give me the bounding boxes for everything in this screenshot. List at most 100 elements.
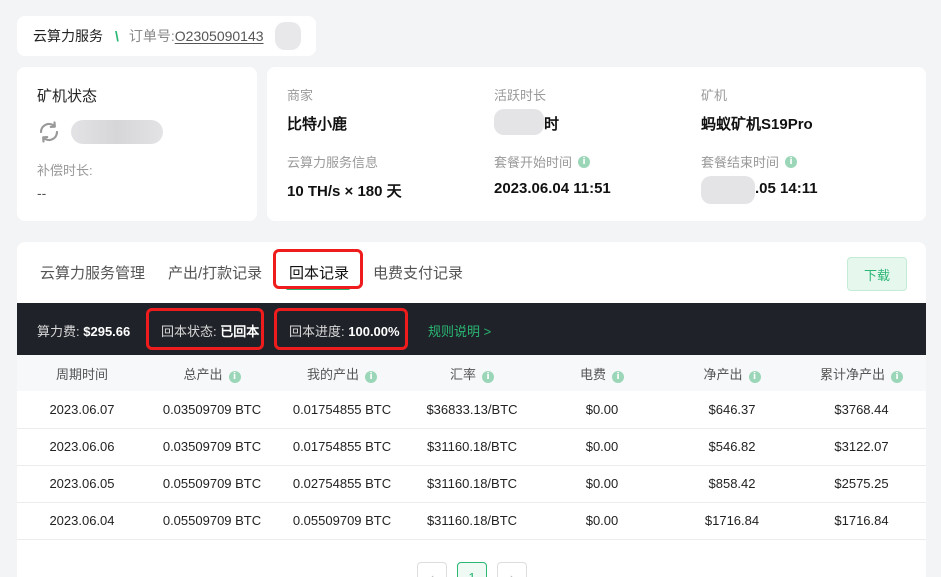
col-my-output: 我的产出 i <box>277 355 407 391</box>
cell-total-output: 0.05509709 BTC <box>162 513 262 528</box>
col-rate: 汇率 i <box>407 355 537 391</box>
highlight-box-tab <box>273 249 363 289</box>
table-row: 2023.06.04 0.05509709 BTC 0.05509709 BTC $3… <box>17 502 926 539</box>
start-time-cell: 套餐开始时间 i 2023.06.04 11:51 <box>494 152 611 197</box>
col-cumulative-label: 累计净产出 <box>819 366 885 382</box>
cell-period: 2023.06.04 <box>49 513 115 528</box>
cell-period: 2023.06.06 <box>49 439 115 454</box>
col-rate-label: 汇率 <box>449 366 476 382</box>
highlight-box-progress <box>274 308 408 350</box>
info-icon[interactable]: i <box>612 370 624 383</box>
fee-item: 算力费: $295.66 <box>37 321 130 340</box>
breadcrumb-separator: \ <box>115 28 119 44</box>
redacted-duration <box>494 109 544 135</box>
active-duration-cell: 活跃时长 时 <box>494 85 559 135</box>
start-time-label-text: 套餐开始时间 <box>494 155 573 170</box>
service-info-value: 10 TH/s × 180 天 <box>287 183 402 200</box>
table-row: 2023.06.05 0.05509709 BTC 0.02754855 BTC $3… <box>17 465 926 502</box>
breadcrumb-service[interactable]: 云算力服务 <box>33 26 103 46</box>
col-my-output-label: 我的产出 <box>306 366 359 382</box>
table-body: 2023.06.07 0.03509709 BTC 0.01754855 BTC $3… <box>17 391 926 539</box>
compensation-label: 补偿时长: <box>37 163 93 178</box>
sync-icon <box>39 121 59 143</box>
table-header-row: 周期时间 总产出 i 我的产出 i 汇率 i 电费 i 净产出 i 累计净产出 i <box>17 355 926 391</box>
fee-label: 算力费: <box>37 324 80 339</box>
cell-cumulative: $3122.07 <box>834 439 889 454</box>
cell-cumulative: $3768.44 <box>834 401 889 417</box>
order-number[interactable]: O2305090143 <box>175 28 264 44</box>
miner-value: 蚂蚁矿机S19Pro <box>701 116 813 133</box>
breadcrumb: 云算力服务 \ 订单号: O2305090143 <box>17 16 316 56</box>
cell-period: 2023.06.05 <box>49 476 115 491</box>
tab-service-management[interactable]: 云算力服务管理 <box>40 262 145 283</box>
cell-my-output: 0.02754855 BTC <box>292 476 392 491</box>
cell-net-output: $546.82 <box>708 439 756 454</box>
pagination: ‹ 1 › <box>417 562 527 577</box>
cell-period: 2023.06.07 <box>49 401 115 417</box>
highlight-box-status <box>146 308 264 350</box>
cell-rate: $36833.13/BTC <box>426 401 518 417</box>
next-page-button[interactable]: › <box>497 562 527 577</box>
cell-rate: $31160.18/BTC <box>426 476 518 491</box>
cell-net-output: $858.42 <box>708 476 756 491</box>
payback-table: 周期时间 总产出 i 我的产出 i 汇率 i 电费 i 净产出 i 累计净产出 i 2023… <box>17 355 926 540</box>
cell-my-output: 0.01754855 BTC <box>292 401 392 417</box>
cell-electricity: $0.00 <box>585 401 619 417</box>
payback-panel: 云算力服务管理 产出/打款记录 回本记录 电费支付记录 下载 算力费: $295… <box>17 242 926 577</box>
merchant-cell: 商家 比特小鹿 <box>287 85 347 134</box>
info-icon[interactable]: i <box>891 370 903 383</box>
col-period-label: 周期时间 <box>55 366 108 382</box>
cell-total-output: 0.03509709 BTC <box>162 439 262 454</box>
cell-net-output: $646.37 <box>708 401 756 417</box>
payback-summary-bar: 算力费: $295.66 回本状态: 已回本 回本进度: 100.00% 规则说… <box>17 303 926 355</box>
merchant-label: 商家 <box>287 88 314 103</box>
cell-cumulative: $1716.84 <box>834 513 889 528</box>
start-time-label: 套餐开始时间 i <box>494 152 611 171</box>
order-info-card: 商家 比特小鹿 活跃时长 时 矿机 蚂蚁矿机S19Pro 云算力服务信息 10 … <box>267 67 926 221</box>
tab-output-records[interactable]: 产出/打款记录 <box>168 262 262 283</box>
info-icon[interactable]: i <box>785 155 798 168</box>
page-button-current[interactable]: 1 <box>457 562 487 577</box>
fee-value: $295.66 <box>83 324 131 339</box>
info-icon[interactable]: i <box>228 370 241 383</box>
cell-electricity: $0.00 <box>585 439 619 454</box>
cell-net-output: $1716.84 <box>704 513 760 528</box>
miner-label: 矿机 <box>701 88 728 103</box>
col-cumulative: 累计净产出 i <box>797 355 926 391</box>
service-info-cell: 云算力服务信息 10 TH/s × 180 天 <box>287 152 402 201</box>
active-duration-label: 活跃时长 <box>494 88 547 103</box>
tab-electricity-records[interactable]: 电费支付记录 <box>373 262 463 283</box>
start-time-value: 2023.06.04 11:51 <box>494 180 611 197</box>
table-row: 2023.06.07 0.03509709 BTC 0.01754855 BTC $3… <box>17 391 926 428</box>
prev-page-button[interactable]: ‹ <box>417 562 447 577</box>
info-icon[interactable]: i <box>748 370 761 383</box>
cell-my-output: 0.05509709 BTC <box>292 513 392 528</box>
end-time-label: 套餐结束时间 i <box>701 152 818 171</box>
col-net-output: 净产出 i <box>667 355 797 391</box>
col-electricity-label: 电费 <box>579 366 606 382</box>
tab-bar: 云算力服务管理 产出/打款记录 回本记录 电费支付记录 下载 <box>17 242 926 302</box>
download-button[interactable]: 下载 <box>847 257 907 291</box>
order-label: 订单号: <box>128 28 175 44</box>
col-electricity: 电费 i <box>537 355 667 391</box>
miner-status-title: 矿机状态 <box>37 88 98 105</box>
compensation-value: -- <box>37 185 47 201</box>
col-total-output-label: 总产出 <box>183 366 223 382</box>
cell-rate: $31160.18/BTC <box>426 513 518 528</box>
info-icon[interactable]: i <box>578 155 591 168</box>
info-icon[interactable]: i <box>482 370 494 383</box>
col-period: 周期时间 <box>17 355 147 391</box>
cell-electricity: $0.00 <box>585 513 619 528</box>
cell-electricity: $0.00 <box>585 476 619 491</box>
info-icon[interactable]: i <box>365 370 377 383</box>
cell-cumulative: $2575.25 <box>834 476 889 491</box>
cell-my-output: 0.01754855 BTC <box>292 439 392 454</box>
miner-status-card: 矿机状态 补偿时长: -- <box>17 67 257 221</box>
merchant-value: 比特小鹿 <box>287 116 348 133</box>
end-time-cell: 套餐结束时间 i .05 14:11 <box>701 152 818 204</box>
rules-link[interactable]: 规则说明 > <box>428 321 491 340</box>
redacted-blur <box>275 22 301 50</box>
cell-total-output: 0.03509709 BTC <box>162 401 262 417</box>
redacted-end-date <box>701 176 755 204</box>
cell-rate: $31160.18/BTC <box>426 439 518 454</box>
